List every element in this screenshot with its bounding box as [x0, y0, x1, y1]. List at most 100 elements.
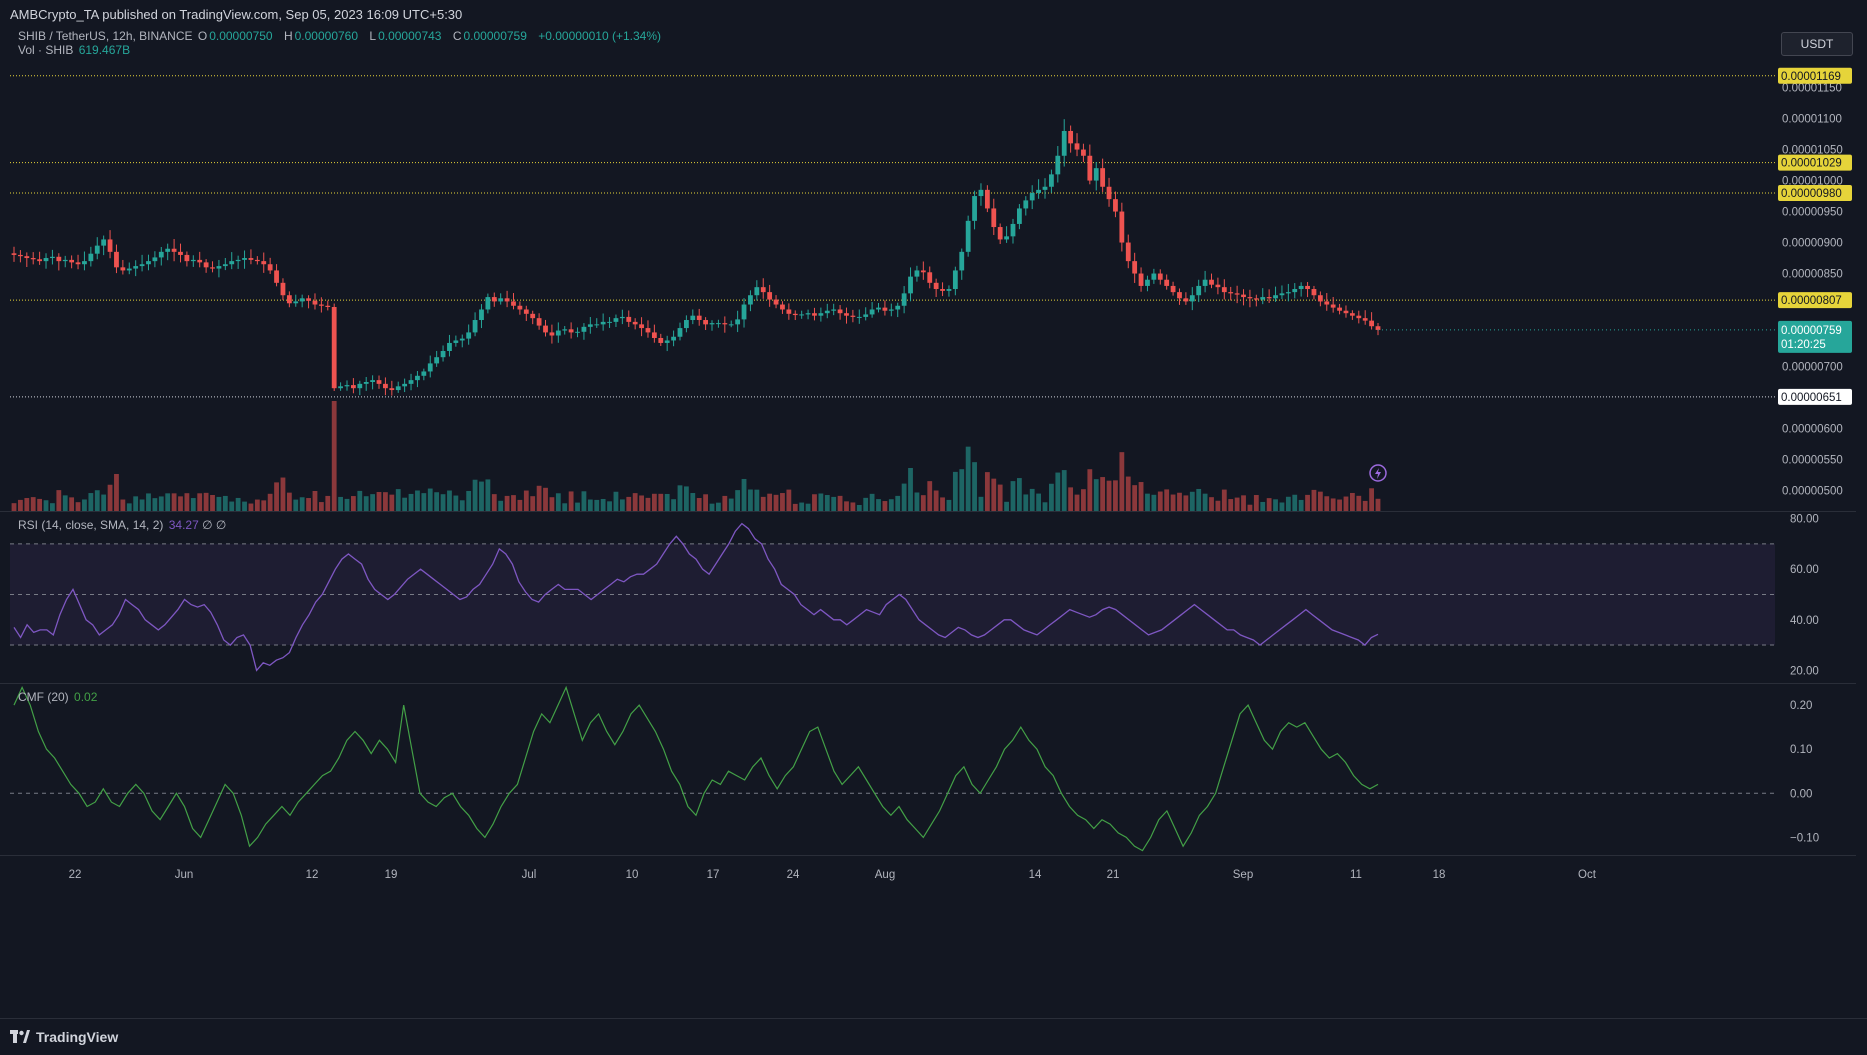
candle-body	[1138, 273, 1144, 286]
candle-body	[619, 316, 625, 319]
candle-body	[1285, 292, 1291, 294]
volume-bar	[978, 496, 984, 511]
candle-body	[1164, 279, 1170, 286]
candle-body	[1324, 301, 1330, 305]
candle-body	[1049, 174, 1054, 187]
volume-bar	[664, 493, 670, 511]
volume-bar	[645, 497, 651, 511]
volume-bar	[447, 490, 452, 511]
volume-bar	[543, 487, 548, 511]
candle-body	[677, 328, 683, 337]
candle-body	[1196, 285, 1202, 296]
rsi-value: 34.27	[168, 518, 199, 532]
candle-body	[1362, 318, 1368, 321]
volume-bar	[222, 495, 228, 511]
symbol-name[interactable]: SHIB / TetherUS, 12h, BINANCE	[18, 29, 193, 43]
volume-bar	[671, 499, 676, 511]
volume-legend: Vol · SHIB 619.467B	[18, 43, 138, 57]
volume-bar	[1343, 496, 1349, 511]
volume-bar	[235, 497, 241, 511]
pane-divider-cmf[interactable]	[0, 683, 1856, 684]
candle-body	[459, 338, 465, 341]
price-legend: SHIB / TetherUS, 12h, BINANCE O 0.0000075…	[18, 29, 669, 43]
volume-bar	[587, 499, 593, 511]
candle-body	[114, 251, 119, 268]
candle-body	[824, 310, 830, 314]
volume-bar	[639, 495, 644, 511]
candle-body	[370, 380, 376, 382]
volume-bar	[171, 493, 177, 511]
candle-body	[536, 318, 542, 326]
high-label: H	[283, 29, 293, 43]
chart-canvas[interactable]: 0.000011500.000011000.000010500.00001000…	[0, 28, 1856, 1018]
volume-bar	[863, 497, 869, 511]
candle-body	[216, 266, 222, 269]
volume-bar	[1036, 493, 1042, 511]
volume-label[interactable]: Vol · SHIB	[18, 43, 73, 57]
rsi-label[interactable]: RSI (14, close, SMA, 14, 2)	[18, 518, 163, 532]
candle-body	[965, 220, 971, 252]
candle-body	[639, 324, 644, 329]
level-badge-label: 0.00000980	[1781, 188, 1842, 200]
volume-bar	[1209, 497, 1214, 511]
candle-body	[1023, 200, 1029, 209]
volume-bar	[1349, 492, 1355, 511]
volume-bar	[344, 498, 350, 511]
candle-body	[748, 295, 753, 305]
volume-bar	[50, 503, 55, 511]
volume-bar	[158, 496, 164, 511]
candle-body	[466, 332, 472, 339]
candle-body	[37, 259, 43, 262]
cmf-legend: CMF (20) 0.02	[18, 690, 97, 704]
volume-bar	[1375, 498, 1381, 511]
volume-bar	[383, 492, 388, 511]
candle-body	[690, 315, 696, 321]
candle-body	[959, 251, 965, 271]
volume-bar	[210, 495, 215, 511]
candle-body	[274, 270, 279, 283]
candle-body	[1170, 285, 1176, 293]
volume-bar	[184, 493, 190, 511]
candle-body	[914, 270, 920, 277]
candle-body	[184, 254, 190, 262]
candle-body	[190, 259, 196, 262]
volume-bar	[735, 490, 741, 511]
candle-body	[1234, 293, 1240, 295]
volume-bar	[1074, 494, 1080, 511]
candle-body	[658, 337, 664, 343]
volume-bar	[940, 497, 945, 511]
candle-body	[555, 330, 561, 336]
volume-bar	[716, 502, 721, 511]
time-tick-label: Aug	[875, 869, 895, 881]
currency-selector[interactable]: USDT	[1781, 32, 1853, 56]
volume-bar	[869, 493, 875, 511]
candle-body	[1177, 292, 1182, 299]
time-tick-label: 21	[1107, 869, 1120, 881]
cmf-line	[13, 685, 1379, 852]
volume-bar	[1132, 485, 1138, 511]
volume-bar	[1170, 494, 1176, 511]
tradingview-logo[interactable]: TradingView	[10, 1029, 118, 1045]
cmf-label[interactable]: CMF (20)	[18, 690, 69, 704]
candle-body	[1311, 289, 1317, 296]
volume-bar	[876, 499, 881, 511]
volume-bar	[1068, 487, 1074, 511]
candle-body	[709, 323, 715, 325]
volume-bar	[11, 503, 17, 511]
candle-body	[568, 329, 574, 333]
volume-bar	[933, 490, 939, 511]
price-tick-label: 0.00001100	[1782, 114, 1842, 126]
volume-bar	[1221, 489, 1227, 511]
volume-bar	[395, 489, 401, 511]
candle-body	[920, 270, 926, 273]
volume-bar	[338, 496, 343, 511]
volume-bar	[850, 502, 856, 511]
chart-panes[interactable]: 0.00001150 0.00001100 0.00001050 0.00001000…	[0, 28, 1856, 1018]
change-value: +0.00000010 (+1.34%)	[538, 29, 661, 43]
volume-bar	[69, 497, 75, 511]
candle-body	[1330, 304, 1336, 308]
volume-bar	[754, 489, 760, 511]
candle-body	[1317, 295, 1323, 302]
volume-bar	[133, 496, 139, 511]
pane-divider-rsi[interactable]	[0, 511, 1856, 512]
